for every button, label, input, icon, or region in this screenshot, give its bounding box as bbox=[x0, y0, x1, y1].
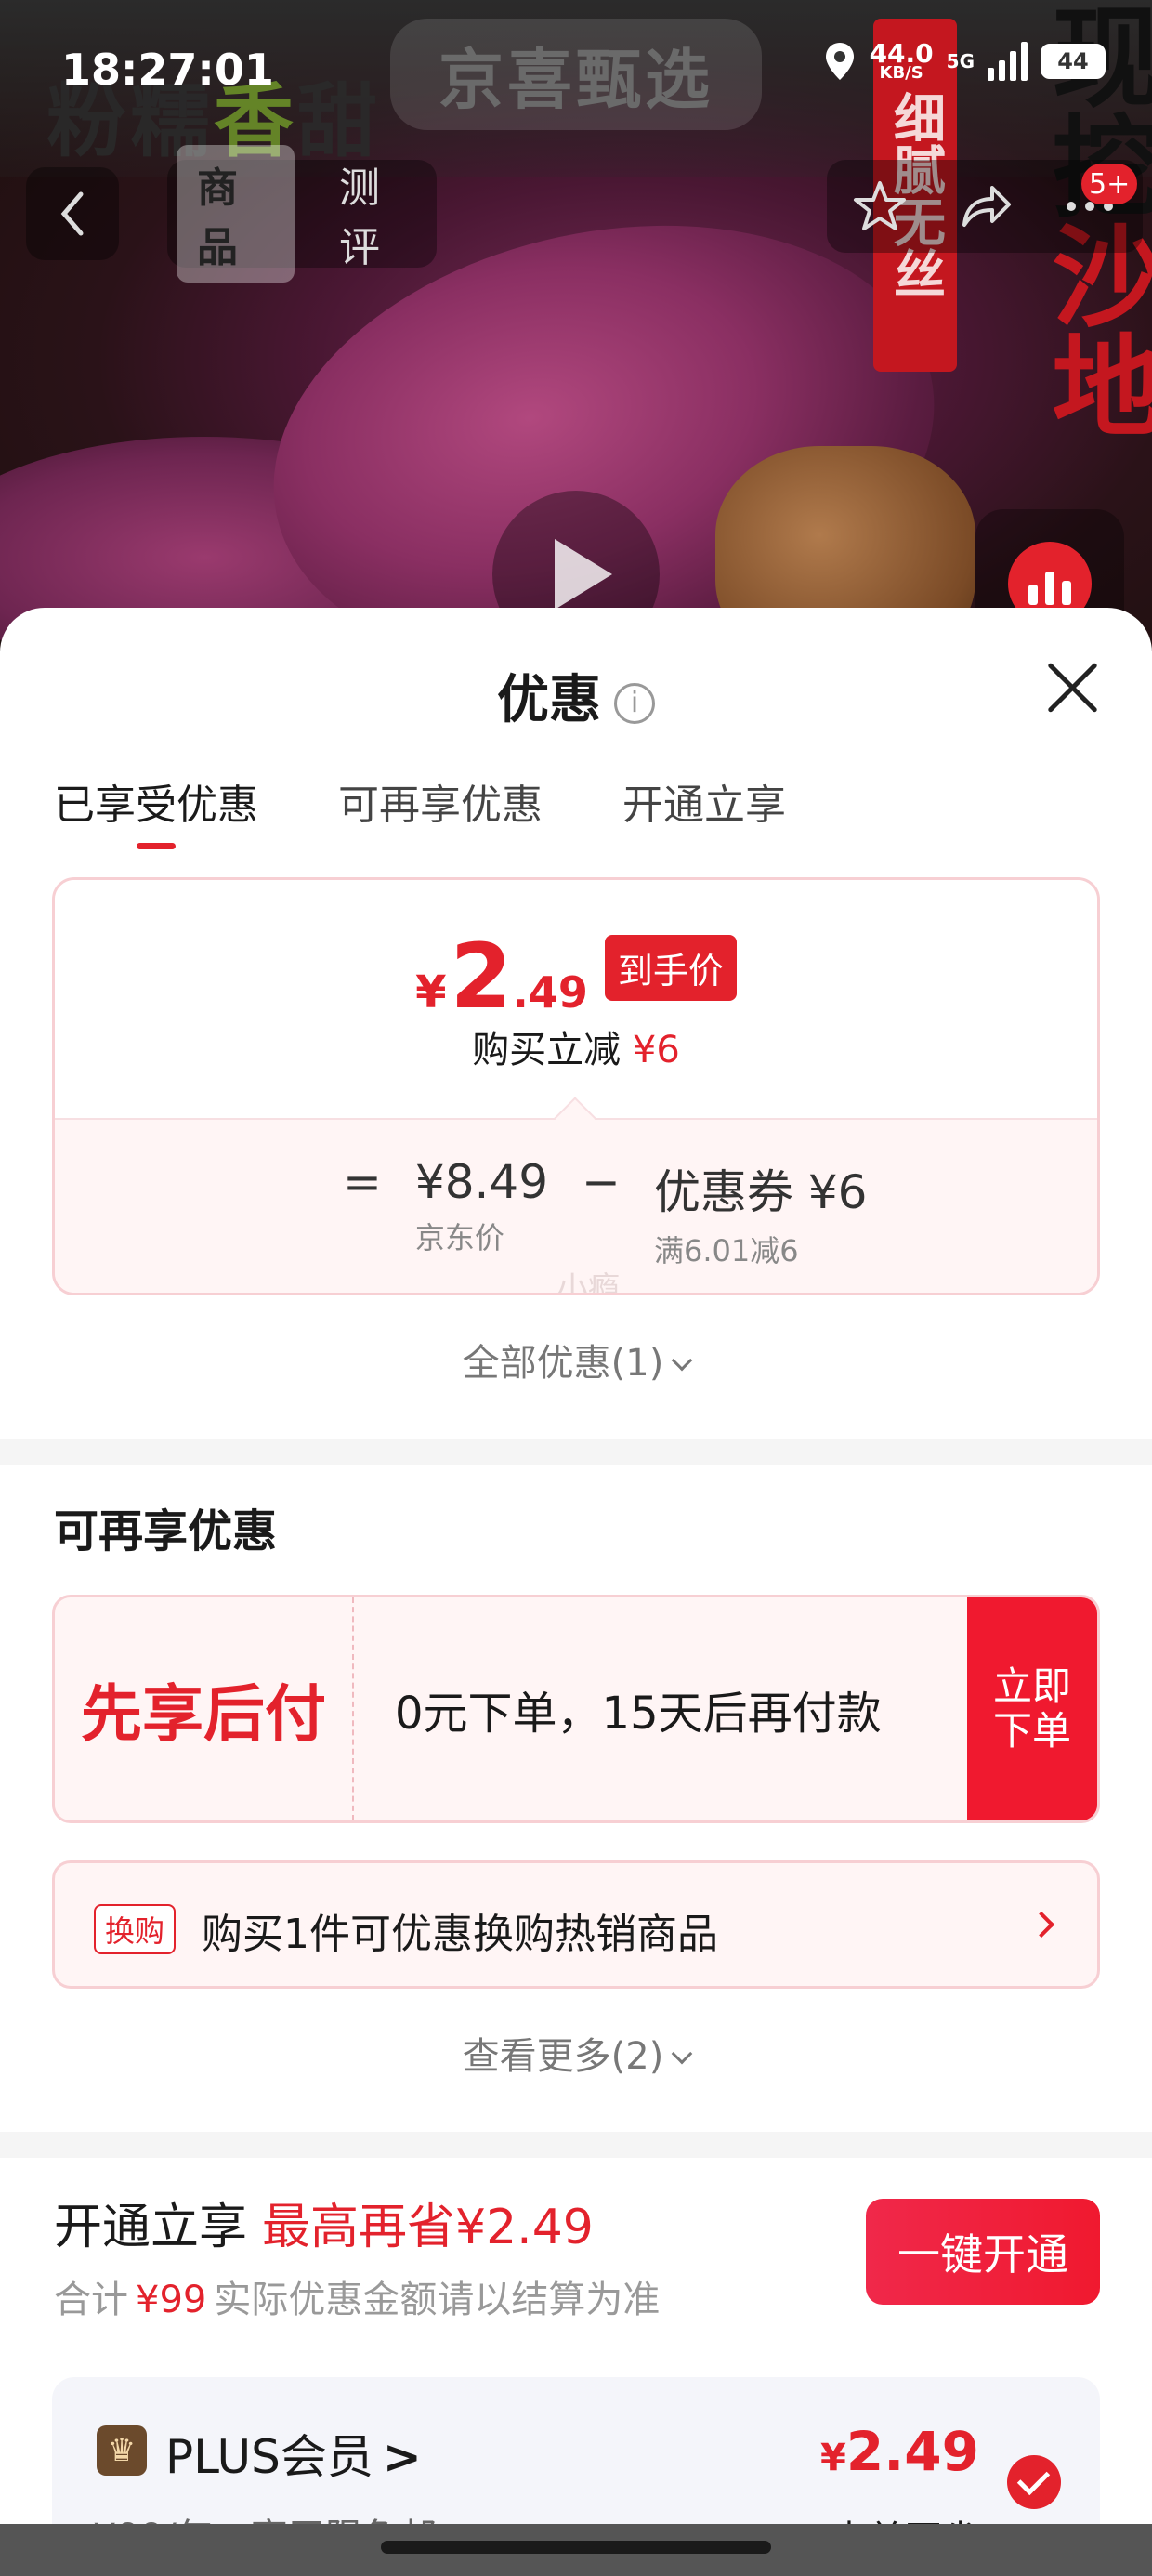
order-now-line1: 立即 bbox=[992, 1663, 1071, 1709]
order-now-line2: 下单 bbox=[992, 1708, 1071, 1754]
final-price-tag: 到手价 bbox=[604, 934, 737, 1001]
membership-sub-prefix: 合计 bbox=[54, 2279, 128, 2321]
tab-product[interactable]: 商品 bbox=[177, 145, 295, 283]
chevron-right-icon bbox=[1028, 1911, 1055, 1939]
membership-subline: 合计 ¥99 实际优惠金额请以结算为准 bbox=[54, 2269, 660, 2323]
cart-badge: 5+ bbox=[1081, 164, 1138, 204]
chevron-down-icon bbox=[672, 2043, 693, 2065]
coupon: 优惠券 ¥6 满6.01减6 bbox=[654, 1155, 868, 1270]
swap-text: 购买1件可优惠换购热销商品 bbox=[202, 1911, 718, 1958]
coupon-condition: 满6.01减6 bbox=[653, 1233, 799, 1268]
home-indicator[interactable] bbox=[381, 2541, 771, 2554]
section-title-more-discounts: 可再享优惠 bbox=[54, 1505, 278, 1557]
close-icon[interactable] bbox=[1044, 660, 1100, 716]
swap-tag: 换购 bbox=[94, 1904, 177, 1954]
share-icon[interactable] bbox=[957, 178, 1013, 234]
status-time: 18:27:01 bbox=[61, 45, 274, 95]
plus-price-value: 2.49 bbox=[845, 2420, 979, 2483]
price-currency: ¥ bbox=[415, 966, 447, 1019]
expand-all-discounts[interactable]: 全部优惠(1) bbox=[0, 1333, 1152, 1387]
sheet-title-text: 优惠 bbox=[497, 670, 601, 730]
membership-headline-text: 开通立享 bbox=[54, 2200, 248, 2255]
sheet-title: 优惠 i bbox=[0, 658, 1152, 733]
battery-icon: 44 bbox=[1041, 44, 1106, 79]
hero-big-char: 地 bbox=[1033, 329, 1152, 439]
checkmark-icon[interactable] bbox=[1007, 2455, 1061, 2509]
status-bar-right: 44.0 KB/S 5G 44 bbox=[823, 41, 1106, 82]
tab-review[interactable]: 测评 bbox=[319, 145, 437, 283]
plus-price-currency: ¥ bbox=[820, 2437, 846, 2479]
info-icon[interactable]: i bbox=[614, 682, 655, 724]
tab-enjoyed-discounts[interactable]: 已享受优惠 bbox=[54, 771, 258, 849]
product-nav-tabs: 商品 测评 bbox=[167, 145, 437, 283]
price-equation: = ¥8.49 京东价 − 优惠券 ¥6 满6.01减6 bbox=[343, 1155, 867, 1270]
price-integer: 2 bbox=[450, 925, 513, 1029]
jd-price-label: 京东价 bbox=[414, 1220, 504, 1255]
chevron-down-icon bbox=[672, 1349, 693, 1372]
signal-icon bbox=[988, 42, 1028, 81]
plus-member-label: PLUS会员 bbox=[165, 2430, 373, 2484]
section-divider bbox=[0, 2132, 1152, 2158]
hero-brand: 京喜甄选 bbox=[390, 19, 762, 130]
one-click-activate-button[interactable]: 一键开通 bbox=[866, 2199, 1100, 2305]
buy-now-pay-later-card: 先享后付 0元下单，15天后再付款 立即 下单 bbox=[52, 1595, 1100, 1823]
section-divider bbox=[0, 1439, 1152, 1465]
chevron-left-icon bbox=[60, 191, 84, 236]
back-button[interactable] bbox=[26, 167, 119, 260]
watermark: 小瘾 bbox=[556, 1270, 620, 1295]
location-icon bbox=[825, 43, 854, 80]
instant-discount: 购买立减 ¥6 bbox=[55, 1019, 1097, 1073]
sheet-header: 优惠 i bbox=[0, 608, 1152, 766]
view-more-discounts[interactable]: 查看更多(2) bbox=[0, 2026, 1152, 2080]
instant-discount-label: 购买立减 bbox=[472, 1029, 622, 1071]
discount-tabs: 已享受优惠 可再享优惠 开通立享 bbox=[54, 771, 786, 849]
bnpl-description: 0元下单，15天后再付款 bbox=[395, 1688, 882, 1740]
star-icon[interactable] bbox=[852, 178, 908, 234]
order-now-button[interactable]: 立即 下单 bbox=[967, 1597, 1097, 1820]
jd-price-value: ¥8.49 bbox=[414, 1155, 549, 1209]
plus-member-price: ¥2.49 bbox=[820, 2420, 979, 2483]
tab-more-discounts[interactable]: 可再享优惠 bbox=[338, 771, 543, 849]
view-more-label: 查看更多(2) bbox=[462, 2035, 664, 2078]
price-decimal: .49 bbox=[512, 967, 588, 1018]
minus-sign: − bbox=[582, 1155, 621, 1209]
tab-open-membership[interactable]: 开通立享 bbox=[622, 771, 786, 849]
swap-purchase-row[interactable]: 换购 购买1件可优惠换购热销商品 bbox=[52, 1860, 1100, 1989]
instant-discount-value: ¥6 bbox=[632, 1029, 680, 1071]
expand-all-label: 全部优惠(1) bbox=[462, 1342, 664, 1385]
price-breakdown: = ¥8.49 京东价 − 优惠券 ¥6 满6.01减6 小瘾 bbox=[55, 1097, 1097, 1295]
membership-sub-price: ¥99 bbox=[136, 2279, 207, 2321]
plus-member-name[interactable]: PLUS会员 > bbox=[165, 2420, 422, 2487]
network-type: 5G bbox=[946, 50, 975, 72]
chevron-right-icon: > bbox=[382, 2430, 422, 2484]
equals-sign: = bbox=[343, 1155, 382, 1209]
crown-icon: ♛ bbox=[97, 2425, 147, 2476]
membership-headline: 开通立享 最高再省¥2.49 bbox=[54, 2188, 594, 2257]
final-price: ¥ 2 .49 到手价 bbox=[55, 925, 1097, 1029]
jd-price: ¥8.49 京东价 bbox=[415, 1155, 548, 1257]
network-speed: 44.0 KB/S bbox=[870, 41, 934, 81]
membership-max-saving: 最高再省¥2.49 bbox=[262, 2200, 594, 2255]
coupon-value: 优惠券 ¥6 bbox=[653, 1165, 868, 1219]
final-price-card: ¥ 2 .49 到手价 购买立减 ¥6 = ¥8.49 京东价 − 优惠券 ¥6 bbox=[52, 877, 1100, 1295]
final-price-top: ¥ 2 .49 到手价 购买立减 ¥6 bbox=[55, 880, 1097, 1118]
battery-level: 44 bbox=[1057, 48, 1089, 74]
discount-sheet: 优惠 i 已享受优惠 可再享优惠 开通立享 ¥ 2 .49 到手价 购买立减 ¥6… bbox=[0, 608, 1152, 2576]
bnpl-name: 先享后付 bbox=[55, 1597, 354, 1820]
membership-sub-note: 实际优惠金额请以结算为准 bbox=[214, 2279, 661, 2321]
